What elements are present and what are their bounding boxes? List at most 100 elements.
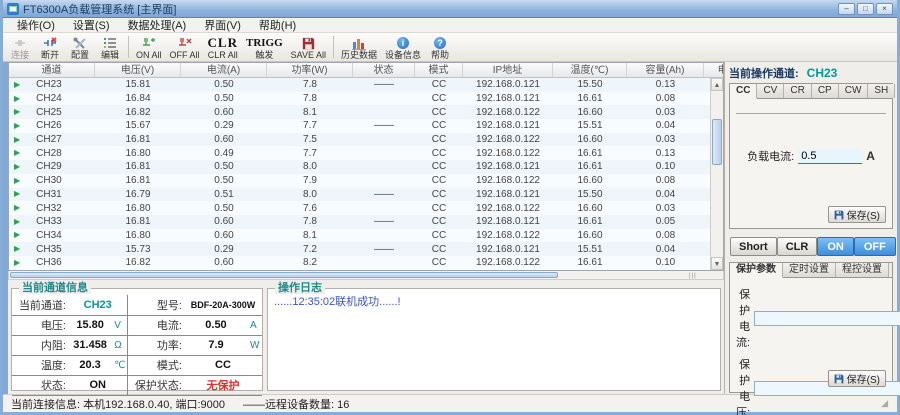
menu-view[interactable]: 界面(V) <box>196 17 249 33</box>
load-current-input[interactable] <box>798 149 862 164</box>
table-row[interactable]: ▶CH3216.800.507.6CC192.168.0.12216.600.0… <box>9 201 710 215</box>
table-cell: ▶CH28 <box>9 148 95 159</box>
tab-program-settings[interactable]: 程控设置 <box>836 263 889 277</box>
maximize-icon[interactable]: □ <box>857 3 874 15</box>
menu-operate[interactable]: 操作(O) <box>9 17 63 33</box>
table-row[interactable]: ▶CH3116.790.518.0——CC192.168.0.12115.500… <box>9 188 710 202</box>
table-row[interactable]: ▶CH2816.800.497.7CC192.168.0.12216.610.1… <box>9 146 710 160</box>
clr-all-button[interactable]: CLR CLR All <box>204 34 242 60</box>
device-info-button[interactable]: i 设备信息 <box>381 34 425 60</box>
config-button[interactable]: 配置 <box>65 34 95 60</box>
on-button[interactable]: ON <box>817 237 854 256</box>
tab-sh[interactable]: SH <box>868 84 895 98</box>
tab-timer-settings[interactable]: 定时设置 <box>783 263 836 277</box>
channel-name: CH29 <box>36 161 62 172</box>
unit-power: W <box>248 335 262 355</box>
minimize-icon[interactable]: – <box>838 3 855 15</box>
value-state: ON <box>68 375 128 395</box>
disconnect-button[interactable]: 断开 <box>35 34 65 60</box>
play-icon: ▶ <box>14 190 20 198</box>
horizontal-scrollbar[interactable]: ||| <box>8 271 724 280</box>
column-header[interactable]: 模式 <box>415 63 463 77</box>
menu-settings[interactable]: 设置(S) <box>65 17 118 33</box>
short-button[interactable]: Short <box>730 237 777 256</box>
history-data-button[interactable]: 历史数据 <box>337 34 381 60</box>
info-row: 内阻: 31.458 Ω 功率: 7.9 W <box>12 335 262 355</box>
off-button[interactable]: OFF <box>854 237 896 256</box>
play-icon: ▶ <box>14 177 20 185</box>
scrollbar-thumb[interactable] <box>10 272 558 278</box>
play-icon: ▶ <box>14 136 20 144</box>
on-all-button[interactable]: ON All <box>132 34 166 60</box>
table-cell: 0.60 <box>181 134 267 145</box>
edit-button[interactable]: 编辑 <box>95 34 125 60</box>
clr-button[interactable]: CLR <box>777 237 818 256</box>
table-row[interactable]: ▶CH2516.820.608.1CC192.168.0.12216.600.0… <box>9 105 710 119</box>
table-cell: 7.6 <box>267 203 353 214</box>
trigger-button[interactable]: TRIGG 触发 <box>242 34 287 60</box>
table-row[interactable]: ▶CH3515.730.297.2——CC192.168.0.12115.510… <box>9 242 710 256</box>
table-row[interactable]: ▶CH2716.810.607.5CC192.168.0.12216.600.0… <box>9 133 710 147</box>
protection-save-button[interactable]: 保存(S) <box>828 370 886 387</box>
table-cell: 15.50 <box>553 189 627 200</box>
table-cell: 192.168.0.122 <box>463 107 553 118</box>
menu-help[interactable]: 帮助(H) <box>251 17 304 33</box>
value-mode: CC <box>184 355 262 375</box>
table-row[interactable]: ▶CH2916.810.508.0CC192.168.0.12116.610.1… <box>9 160 710 174</box>
save-button[interactable]: 保存(S) <box>828 206 886 223</box>
label-channel: 当前通道: <box>12 295 68 315</box>
toolbar: 连接 断开 配置 编辑 ON All <box>3 33 897 62</box>
table-body: ▶CH2315.810.507.8——CC192.168.0.12115.500… <box>9 78 710 270</box>
table-row[interactable]: ▶CH3616.820.608.2CC192.168.0.12216.610.1… <box>9 256 710 270</box>
column-header[interactable]: 状态 <box>353 63 415 77</box>
tab-cp[interactable]: CP <box>812 84 839 98</box>
table-cell: 192.168.0.122 <box>463 203 553 214</box>
splitter-grip[interactable]: ||| <box>689 273 697 279</box>
column-header[interactable]: 电压(V) <box>95 63 181 77</box>
floppy-icon <box>302 36 315 50</box>
value-protection-state: 无保护 <box>184 375 262 395</box>
channel-table: 通道电压(V)电流(A)功率(W)状态模式IP地址温度(℃)容量(Ah)电量(W… <box>8 62 724 271</box>
table-cell: 7.8 <box>267 79 353 90</box>
table-cell: 15.51 <box>553 120 627 131</box>
tab-protection-params[interactable]: 保护参数 <box>730 263 783 278</box>
off-all-button[interactable]: OFF All <box>166 34 204 60</box>
table-row[interactable]: ▶CH3316.810.607.8——CC192.168.0.12116.610… <box>9 215 710 229</box>
table-row[interactable]: ▶CH2615.670.297.7——CC192.168.0.12115.510… <box>9 119 710 133</box>
table-cell: 192.168.0.122 <box>463 230 553 241</box>
info-row: 电压: 15.80 V 电流: 0.50 A <box>12 315 262 335</box>
mode-tab-strip: CC CV CR CP CW SH <box>730 84 892 99</box>
toolbar-separator <box>333 36 334 58</box>
clr-text-icon: CLR <box>208 36 238 50</box>
help-button[interactable]: ? 帮助 <box>425 34 455 60</box>
table-row[interactable]: ▶CH2315.810.507.8——CC192.168.0.12115.500… <box>9 78 710 92</box>
vertical-scrollbar[interactable]: ▲ ▼ <box>710 78 723 270</box>
scrollbar-thumb[interactable] <box>712 119 722 165</box>
save-all-button[interactable]: SAVE All <box>287 34 330 60</box>
close-icon[interactable]: × <box>876 3 893 15</box>
column-header[interactable]: 电流(A) <box>181 63 267 77</box>
column-header[interactable]: 电量(Wh) <box>704 63 724 77</box>
scroll-down-icon[interactable]: ▼ <box>711 257 723 270</box>
table-cell: ▶CH29 <box>9 161 95 172</box>
tab-cr[interactable]: CR <box>784 84 811 98</box>
table-row[interactable]: ▶CH2416.840.507.8CC192.168.0.12116.610.0… <box>9 92 710 106</box>
floppy-icon <box>834 374 844 384</box>
column-header[interactable]: 通道 <box>9 63 95 77</box>
column-header[interactable]: IP地址 <box>463 63 553 77</box>
column-header[interactable]: 温度(℃) <box>553 63 627 77</box>
tab-cw[interactable]: CW <box>839 84 869 98</box>
protect-current-input[interactable] <box>754 311 900 326</box>
menu-data-processing[interactable]: 数据处理(A) <box>120 17 195 33</box>
column-header[interactable]: 功率(W) <box>267 63 353 77</box>
table-row[interactable]: ▶CH3416.800.608.1CC192.168.0.12216.600.0… <box>9 229 710 243</box>
scroll-up-icon[interactable]: ▲ <box>711 78 723 91</box>
table-cell: 0.08 <box>627 230 704 241</box>
table-row[interactable]: ▶CH3016.810.507.9CC192.168.0.12216.600.0… <box>9 174 710 188</box>
column-header[interactable]: 容量(Ah) <box>627 63 704 77</box>
tab-cv[interactable]: CV <box>757 84 784 98</box>
table-cell: 8.1 <box>267 230 353 241</box>
table-cell: 16.80 <box>95 203 181 214</box>
connect-button[interactable]: 连接 <box>5 34 35 60</box>
tab-cc[interactable]: CC <box>730 84 757 99</box>
